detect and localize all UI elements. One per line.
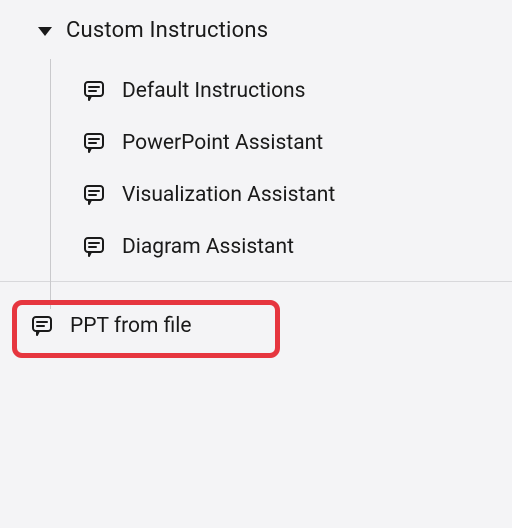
list-item-label: Visualization Assistant	[122, 183, 335, 207]
divider	[0, 281, 512, 282]
list-item-diagram-assistant[interactable]: Diagram Assistant	[50, 221, 512, 273]
tree-guide-line	[50, 59, 51, 309]
instruction-list: Default Instructions PowerPoint Assistan…	[0, 65, 512, 273]
list-item-default-instructions[interactable]: Default Instructions	[50, 65, 512, 117]
chat-bubble-icon	[82, 183, 106, 207]
list-item-label: Default Instructions	[122, 79, 306, 103]
list-item-powerpoint-assistant[interactable]: PowerPoint Assistant	[50, 117, 512, 169]
list-item-label: Diagram Assistant	[122, 235, 294, 259]
list-item-ppt-from-file[interactable]: PPT from file	[10, 296, 502, 356]
list-item-label: PPT from file	[70, 314, 192, 338]
list-item-visualization-assistant[interactable]: Visualization Assistant	[50, 169, 512, 221]
chat-bubble-icon	[82, 79, 106, 103]
section-title: Custom Instructions	[66, 18, 268, 43]
section-header-custom-instructions[interactable]: Custom Instructions	[0, 18, 512, 43]
chat-bubble-icon	[30, 314, 54, 338]
chat-bubble-icon	[82, 235, 106, 259]
chat-bubble-icon	[82, 131, 106, 155]
list-item-label: PowerPoint Assistant	[122, 131, 323, 155]
chevron-down-icon	[38, 27, 52, 36]
